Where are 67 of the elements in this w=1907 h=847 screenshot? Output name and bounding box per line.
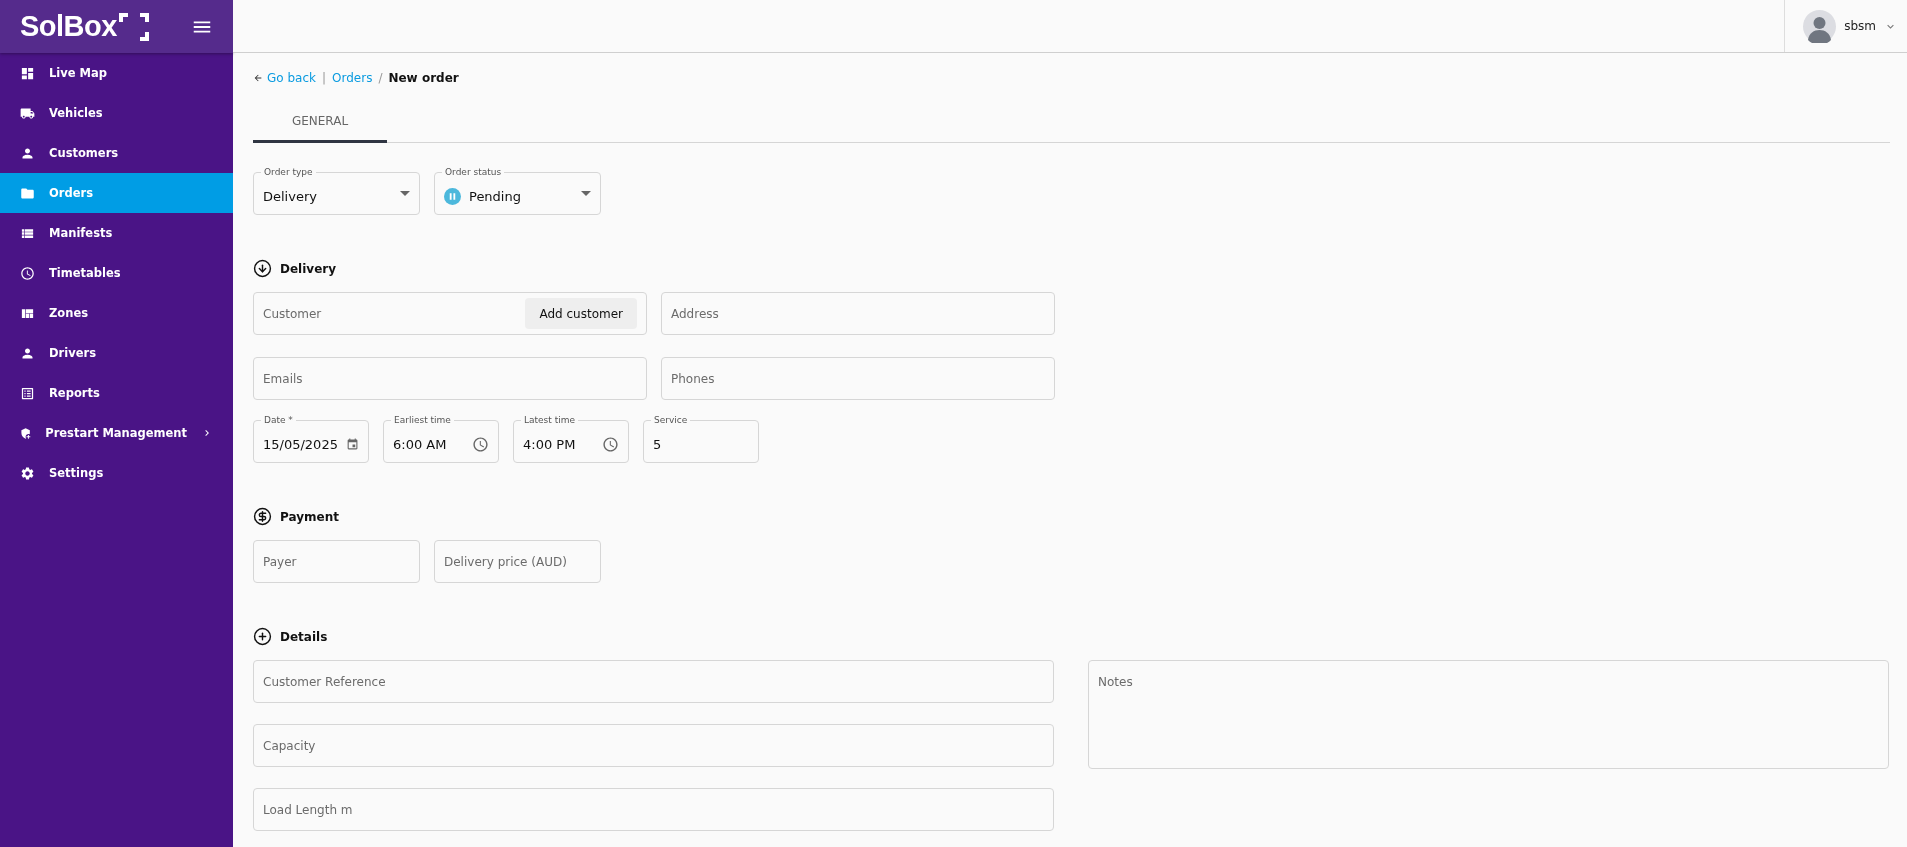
input-field[interactable]: Customer Reference <box>253 660 1054 703</box>
separator: / <box>378 70 383 85</box>
field-placeholder: Delivery price (AUD) <box>444 554 568 569</box>
dashboard-icon <box>20 65 35 81</box>
list-icon <box>20 385 35 401</box>
input-field[interactable]: Load Length m <box>253 788 1054 831</box>
field-label: Service <box>651 414 691 426</box>
field-label: Earliest time <box>391 414 454 426</box>
bracket-logo-icon <box>118 12 149 41</box>
sidebar-item[interactable]: Settings <box>0 453 233 493</box>
field-placeholder: Customer Reference <box>263 674 387 689</box>
user-name: sbsm <box>1844 19 1876 33</box>
field-placeholder: Emails <box>263 371 304 386</box>
clock-icon <box>20 265 35 281</box>
notes-field[interactable]: Notes <box>1088 660 1889 769</box>
sidebar-item[interactable]: Timetables <box>0 253 233 293</box>
field-placeholder: Load Length m <box>263 802 354 817</box>
sidebar-item[interactable]: Vehicles <box>0 93 233 133</box>
field-value: Delivery <box>263 188 318 204</box>
dropdown-arrow-icon <box>400 191 410 196</box>
field-label: Latest time <box>521 414 578 426</box>
field-label: Date * <box>261 414 296 426</box>
sidebar-item[interactable]: Drivers <box>0 333 233 373</box>
clock-icon[interactable] <box>602 436 619 453</box>
field-placeholder: Payer <box>263 554 298 569</box>
input-field[interactable]: Emails <box>253 357 647 400</box>
sidebar-item[interactable]: Reports <box>0 373 233 413</box>
separator: | <box>322 70 327 85</box>
sidebar-item[interactable]: Zones <box>0 293 233 333</box>
clock-icon[interactable] <box>472 436 489 453</box>
field-value: 4:00 PM <box>523 436 577 452</box>
sidebar-item[interactable]: Live Map <box>0 53 233 93</box>
plus-circle-icon <box>253 627 272 646</box>
tab[interactable]: GENERAL <box>253 102 387 143</box>
field-value: 5 <box>653 436 663 452</box>
sidebar-item[interactable]: Manifests <box>0 213 233 253</box>
input-field[interactable]: Capacity <box>253 724 1054 767</box>
input-field[interactable]: Delivery price (AUD) <box>434 540 601 583</box>
dropdown-arrow-icon <box>581 191 591 196</box>
input-field[interactable]: Address <box>661 292 1055 335</box>
sidebar-item[interactable]: Customers <box>0 133 233 173</box>
avatar-icon[interactable] <box>1803 9 1837 43</box>
dollar-circle-icon <box>253 507 272 526</box>
field-value: 6:00 AM <box>393 436 448 452</box>
field-placeholder: Notes <box>1098 675 1134 689</box>
shield-icon <box>20 425 32 441</box>
field-value: 15/05/2025 <box>263 436 338 452</box>
input-field[interactable]: Customer Add customer <box>253 292 647 335</box>
add-customer-button[interactable]: Add customer <box>525 298 637 329</box>
sidebar-item[interactable]: Prestart Management <box>0 413 233 453</box>
section-title: Payment <box>280 509 339 524</box>
section-title: Details <box>280 629 328 644</box>
field-label: Order status <box>442 166 505 178</box>
brand-logo: SolBox <box>20 10 117 43</box>
field-placeholder: Capacity <box>263 738 317 753</box>
field-label: Order type <box>261 166 316 178</box>
input-field[interactable]: Payer <box>253 540 420 583</box>
section-title: Delivery <box>280 261 337 276</box>
field-placeholder: Customer <box>263 306 323 321</box>
arrow-down-circle-icon <box>253 259 272 278</box>
field-placeholder: Phones <box>671 371 716 386</box>
breadcrumb-current: New order <box>388 70 459 85</box>
pause-status-icon <box>444 188 461 205</box>
field-value: Pending <box>469 188 522 204</box>
settings-icon <box>20 465 35 481</box>
field-placeholder: Address <box>671 306 720 321</box>
input-field[interactable]: Phones <box>661 357 1055 400</box>
